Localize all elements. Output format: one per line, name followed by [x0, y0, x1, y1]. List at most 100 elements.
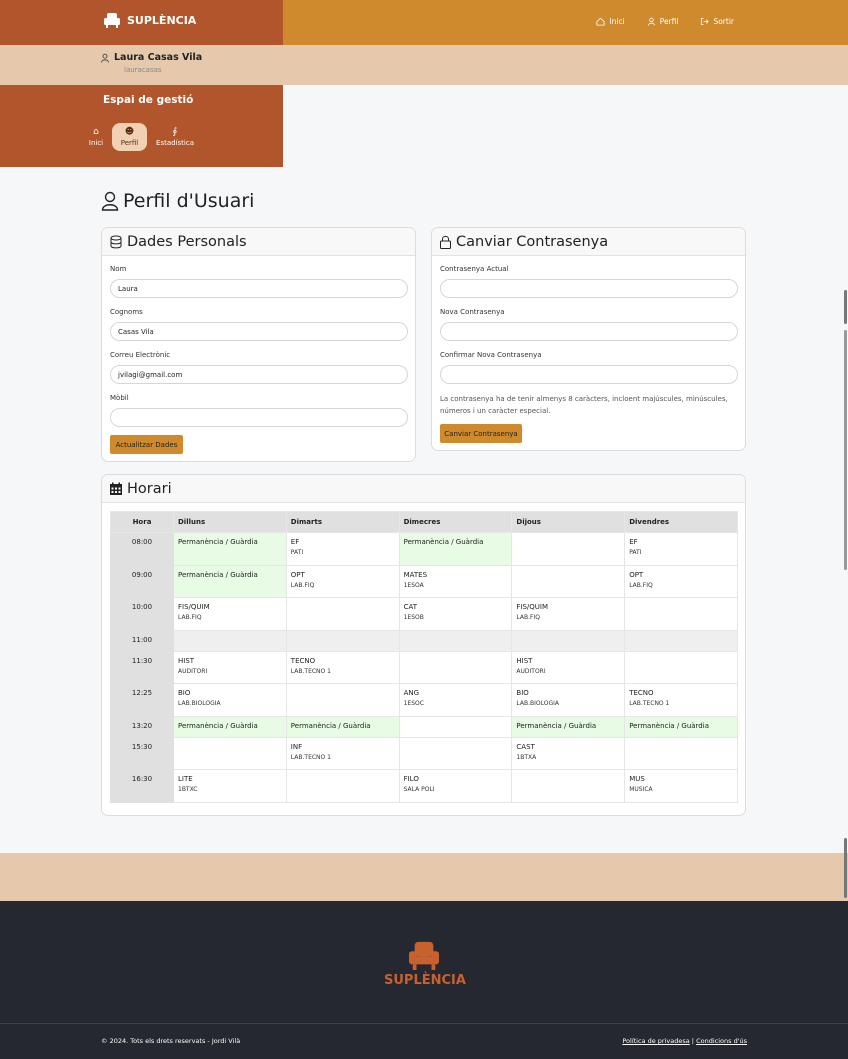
- nav-logout-link[interactable]: Sortir: [700, 17, 734, 26]
- room-label: 1ESOA: [403, 581, 424, 589]
- schedule-cell[interactable]: Permanència / Guàrdia: [511, 715, 626, 738]
- bar-chart-icon: ∮: [172, 126, 178, 137]
- schedule-cell[interactable]: Permanència / Guàrdia: [285, 715, 400, 738]
- cognoms-field[interactable]: Casas Vila: [110, 322, 408, 341]
- schedule-cell[interactable]: [285, 629, 400, 652]
- schedule-cell[interactable]: Permanència / Guàrdia: [173, 715, 287, 738]
- schedule-cell[interactable]: [285, 597, 400, 631]
- schedule-cell[interactable]: [624, 597, 738, 631]
- subject-label: EF: [290, 538, 300, 546]
- day-column-header: Dimarts: [285, 511, 400, 533]
- update-data-button[interactable]: Actualitzar Dades: [110, 435, 183, 454]
- user-name-text: Laura Casas Vila: [114, 52, 203, 63]
- day-column-header: Dilluns: [173, 511, 287, 533]
- schedule-cell[interactable]: FILO SALA POLI: [398, 769, 513, 803]
- schedule-cell[interactable]: Permanència / Guàrdia: [173, 532, 287, 566]
- schedule-cell[interactable]: [624, 736, 738, 770]
- card-header: Dades Personals: [102, 228, 415, 256]
- hour-cell: 12:25: [110, 683, 174, 717]
- confirm-password-field[interactable]: [440, 365, 738, 384]
- schedule-cell[interactable]: OPT LAB.FIQ: [285, 564, 400, 598]
- schedule-cell[interactable]: Permanència / Guàrdia: [173, 564, 287, 598]
- sidebar-item-profile[interactable]: ☻ Perfil: [112, 123, 147, 151]
- subject-label: FIS/QUIM: [178, 603, 210, 611]
- schedule-cell[interactable]: HIST AUDITORI: [173, 650, 287, 684]
- day-column-header: Dimecres: [398, 511, 513, 533]
- sidebar-item-label: Perfil: [120, 138, 139, 147]
- schedule-cell[interactable]: CAT 1ESOB: [398, 597, 513, 631]
- schedule-cell[interactable]: [285, 683, 400, 717]
- schedule-cell[interactable]: MATES 1ESOA: [398, 564, 513, 598]
- schedule-cell[interactable]: [511, 769, 626, 803]
- sidebar-item-statistics[interactable]: ∮ Estadística: [153, 123, 197, 151]
- room-label: LAB.BIOLOGIA: [516, 700, 559, 707]
- schedule-cell[interactable]: FIS/QUIM LAB.FIQ: [173, 597, 287, 631]
- room-label: LAB.BIOLOGIA: [178, 700, 221, 707]
- schedule-cell[interactable]: [398, 715, 513, 738]
- schedule-cell[interactable]: EF PATI: [285, 532, 400, 566]
- schedule-cell[interactable]: [173, 736, 287, 770]
- nom-field[interactable]: Laura: [110, 279, 408, 298]
- schedule-cell[interactable]: [511, 532, 626, 566]
- schedule-cell[interactable]: OPT LAB.FIQ: [624, 564, 738, 598]
- change-password-button[interactable]: Canviar Contrasenya: [440, 424, 522, 443]
- schedule-cell[interactable]: MUS MUSICA: [624, 769, 738, 803]
- schedule-cell[interactable]: ANG 1ESOC: [398, 683, 513, 717]
- schedule-cell[interactable]: BIO LAB.BIOLOGIA: [511, 683, 626, 717]
- schedule-cell[interactable]: [285, 769, 400, 803]
- brand-logo[interactable]: SUPLÈNCIA: [103, 12, 196, 28]
- schedule-cell[interactable]: INF LAB.TECNO 1: [285, 736, 400, 770]
- schedule-cell[interactable]: [173, 629, 287, 652]
- schedule-cell[interactable]: [511, 629, 626, 652]
- room-label: LAB.TECNO 1: [290, 753, 331, 761]
- password-rules-note: La contrasenya ha de tenir almenys 8 car…: [440, 395, 728, 415]
- nav-profile-link[interactable]: Perfil: [647, 17, 678, 26]
- room-label: 1BTXA: [516, 753, 537, 761]
- subject-label: OPT: [290, 570, 305, 579]
- schedule-cell[interactable]: TECNO LAB.TECNO 1: [624, 683, 738, 717]
- user-name: Laura Casas Vila: [100, 52, 202, 63]
- mobil-label: Mòbil: [110, 394, 129, 402]
- email-field[interactable]: jvilagi@gmail.com: [110, 365, 408, 384]
- nav-home-link[interactable]: Inici: [596, 17, 625, 26]
- hour-cell: 11:00: [110, 629, 174, 652]
- sidebar-item-home[interactable]: ⌂ Inici: [84, 123, 108, 151]
- schedule-cell[interactable]: Permanència / Guàrdia: [398, 532, 513, 566]
- room-label: LAB.FIQ: [178, 614, 202, 621]
- nav-logout-label: Sortir: [713, 17, 734, 26]
- schedule-cell[interactable]: [624, 650, 738, 684]
- terms-link[interactable]: Condicions d'ús: [696, 1037, 747, 1045]
- schedule-cell[interactable]: [511, 564, 626, 598]
- current-password-field[interactable]: [440, 279, 738, 298]
- sidebar-item-label: Estadística: [156, 138, 194, 147]
- mobil-field[interactable]: [110, 408, 408, 427]
- schedule-header-row: Hora Dilluns Dimarts Dimecres Dijous Divendre…: [110, 511, 738, 533]
- schedule-cell[interactable]: FIS/QUIM LAB.FIQ: [511, 597, 626, 631]
- schedule-cell[interactable]: [398, 629, 513, 652]
- schedule-cell[interactable]: [398, 650, 513, 684]
- hour-cell: 11:30: [110, 650, 174, 684]
- schedule-cell[interactable]: BIO LAB.BIOLOGIA: [173, 683, 287, 717]
- schedule-cell[interactable]: EF PATI: [624, 532, 738, 566]
- subject-label: Permanència / Guàrdia: [516, 721, 597, 730]
- new-password-field[interactable]: [440, 322, 738, 341]
- calendar-icon: [110, 482, 122, 495]
- schedule-cell[interactable]: [398, 736, 513, 770]
- schedule-cell[interactable]: TECNO LAB.TECNO 1: [285, 650, 400, 684]
- schedule-cell[interactable]: CAST 1BTXA: [511, 736, 626, 770]
- subject-label: Permanència / Guàrdia: [290, 721, 371, 730]
- schedule-cell[interactable]: HIST AUDITORI: [511, 650, 626, 684]
- privacy-link[interactable]: Política de privadesa: [622, 1037, 689, 1045]
- card-header: Horari: [102, 475, 745, 503]
- schedule-row: 16:30 LITE 1BTXC FILO SALA POLI MUS MUSICA: [110, 769, 738, 803]
- schedule-cell[interactable]: LITE 1BTXC: [173, 769, 287, 803]
- hour-cell: 09:00: [110, 564, 174, 598]
- scrollbar-track[interactable]: [844, 330, 847, 570]
- footer-divider: [0, 1023, 848, 1024]
- scrollbar-thumb-lower[interactable]: [844, 838, 847, 898]
- schedule-cell[interactable]: Permanència / Guàrdia: [624, 715, 738, 738]
- armchair-icon: [409, 941, 439, 970]
- scrollbar-thumb[interactable]: [844, 290, 847, 324]
- schedule-cell[interactable]: [624, 629, 738, 652]
- confirm-password-label: Confirmar Nova Contrasenya: [440, 351, 542, 359]
